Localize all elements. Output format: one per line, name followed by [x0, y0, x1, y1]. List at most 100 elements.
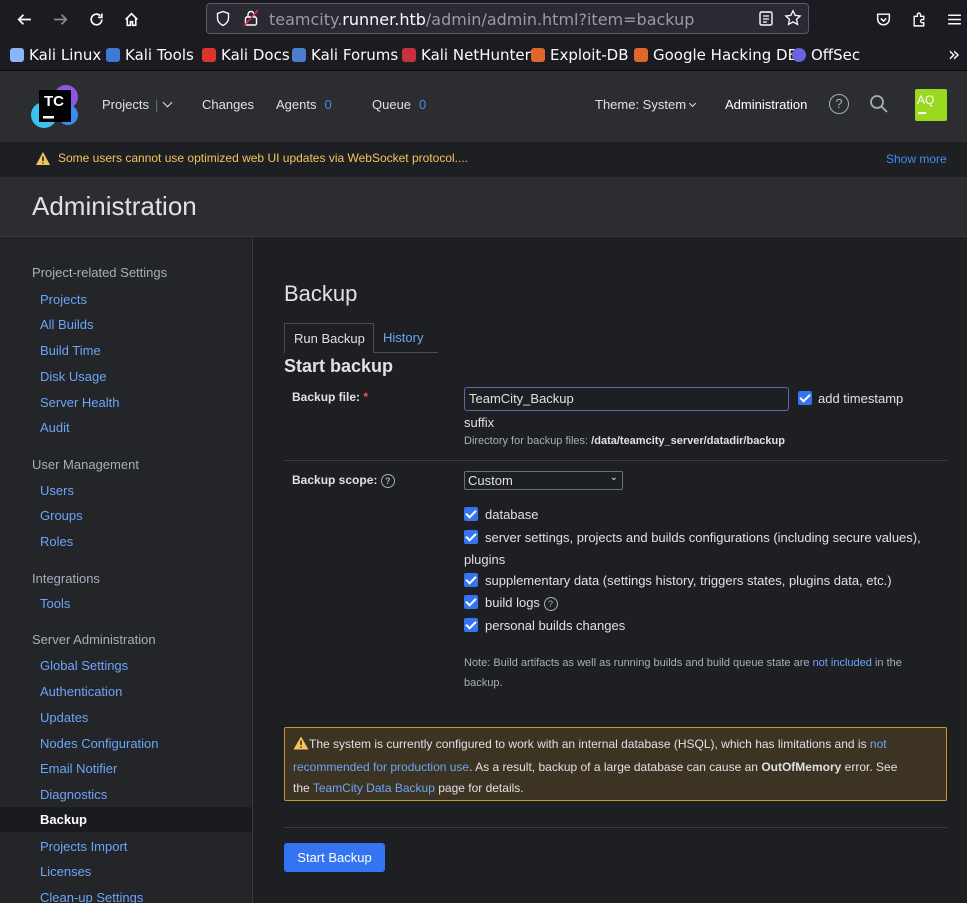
nav-projects-label: Projects: [102, 97, 149, 112]
out-of-memory-text: OutOfMemory: [761, 760, 842, 774]
build-logs-checkbox[interactable]: [464, 595, 478, 609]
sidebar-item-groups[interactable]: Groups: [40, 508, 83, 523]
forward-icon[interactable]: [45, 4, 75, 34]
bookmark-label: OffSec: [811, 46, 861, 64]
nav-changes[interactable]: Changes: [202, 97, 254, 112]
bookmark-kali-linux[interactable]: Kali Linux: [10, 46, 101, 64]
sidebar-item-roles[interactable]: Roles: [40, 534, 73, 549]
sidebar-item-authentication[interactable]: Authentication: [40, 684, 122, 699]
bookmarks-bar: Kali Linux Kali Tools Kali Docs Kali For…: [0, 38, 967, 71]
nav-projects[interactable]: Projects |: [102, 97, 173, 112]
sidebar: Project-related Settings Projects All Bu…: [0, 237, 253, 903]
help-icon[interactable]: ?: [380, 473, 395, 488]
sidebar-group-server-administration: Server Administration: [32, 632, 156, 647]
warning-text-1: The system is currently configured to wo…: [309, 737, 867, 751]
bookmark-kali-docs[interactable]: Kali Docs: [202, 46, 290, 64]
sidebar-item-diagnostics[interactable]: Diagnostics: [40, 787, 107, 802]
server-settings-checkbox[interactable]: [464, 530, 478, 544]
backup-scope-select[interactable]: Custom ⌄: [464, 471, 623, 490]
bookmarks-overflow-button[interactable]: »: [948, 42, 960, 66]
start-backup-button[interactable]: Start Backup: [284, 843, 385, 872]
lock-insecure-icon[interactable]: [243, 9, 259, 31]
chevron-down-icon[interactable]: [162, 97, 173, 108]
backup-file-input[interactable]: TeamCity_Backup: [464, 387, 789, 411]
sidebar-item-updates[interactable]: Updates: [40, 710, 88, 725]
directory-path: /data/teamcity_server/datadir/backup: [591, 435, 785, 447]
shield-icon[interactable]: [215, 10, 231, 31]
tab-run-backup[interactable]: Run Backup: [284, 323, 374, 353]
reader-view-icon[interactable]: [758, 10, 774, 31]
not-included-link[interactable]: not included: [813, 657, 872, 669]
warning-text-4: the: [293, 781, 310, 795]
sidebar-item-licenses[interactable]: Licenses: [40, 864, 91, 879]
menu-icon[interactable]: [939, 4, 967, 34]
bookmark-offsec[interactable]: OffSec: [792, 46, 860, 64]
avatar-underline: [918, 112, 926, 114]
sidebar-item-projects[interactable]: Projects: [40, 292, 87, 307]
supplementary-data-label: supplementary data (settings history, tr…: [485, 573, 892, 588]
hsql-warning-box: The system is currently configured to wo…: [284, 727, 947, 801]
ghdb-icon: [634, 48, 648, 62]
sidebar-item-build-time[interactable]: Build Time: [40, 343, 101, 358]
back-icon[interactable]: [9, 4, 39, 34]
bookmark-kali-tools[interactable]: Kali Tools: [106, 46, 194, 64]
theme-selector[interactable]: Theme: System: [595, 97, 697, 112]
show-more-link[interactable]: Show more: [886, 152, 947, 166]
search-icon[interactable]: [869, 94, 889, 118]
sidebar-item-disk-usage[interactable]: Disk Usage: [40, 369, 106, 384]
nav-separator: |: [154, 97, 159, 112]
sidebar-item-projects-import[interactable]: Projects Import: [40, 839, 127, 854]
sidebar-item-global-settings[interactable]: Global Settings: [40, 658, 128, 673]
bookmark-label: Exploit-DB: [550, 46, 629, 64]
sidebar-item-users[interactable]: Users: [40, 483, 74, 498]
chevron-down-icon: ⌄: [609, 472, 618, 483]
backup-directory-info: Directory for backup files: /data/teamci…: [464, 435, 785, 447]
nav-queue[interactable]: Queue 0: [372, 97, 426, 112]
divider: [284, 827, 947, 828]
bookmark-kali-nethunter[interactable]: Kali NetHunter: [402, 46, 531, 64]
server-settings-label-plugins: plugins: [464, 552, 506, 567]
sidebar-item-server-health[interactable]: Server Health: [40, 395, 119, 410]
not-recommended-link[interactable]: recommended for production use: [293, 760, 469, 774]
bookmark-kali-forums[interactable]: Kali Forums: [292, 46, 398, 64]
avatar[interactable]: AQ: [915, 89, 947, 121]
queue-count: 0: [419, 97, 427, 112]
sidebar-item-email-notifier[interactable]: Email Notifier: [40, 761, 117, 776]
sidebar-group-project-settings: Project-related Settings: [32, 265, 168, 280]
reload-icon[interactable]: [81, 4, 111, 34]
sidebar-item-nodes-configuration[interactable]: Nodes Configuration: [40, 736, 159, 751]
tab-history[interactable]: History: [374, 323, 438, 353]
teamcity-header: TC Projects | Changes Agents 0 Queue 0 Them…: [0, 71, 967, 142]
teamcity-logo[interactable]: TC: [30, 81, 80, 131]
sidebar-item-cleanup-settings[interactable]: Clean-up Settings: [40, 890, 143, 903]
websocket-warning-text: Some users cannot use optimized web UI u…: [58, 151, 468, 165]
sidebar-item-all-builds[interactable]: All Builds: [40, 317, 93, 332]
bookmark-google-hacking-db[interactable]: Google Hacking DB: [634, 46, 798, 64]
extensions-icon[interactable]: [904, 4, 934, 34]
personal-builds-checkbox[interactable]: [464, 618, 478, 632]
avatar-initials: AQ: [917, 93, 935, 107]
not-recommended-link-part1[interactable]: not: [870, 737, 887, 751]
teamcity-data-backup-link[interactable]: TeamCity Data Backup: [313, 781, 435, 795]
supplementary-data-checkbox[interactable]: [464, 573, 478, 587]
bookmark-star-icon[interactable]: [784, 9, 802, 31]
nav-agents[interactable]: Agents 0: [276, 97, 332, 112]
url-bar[interactable]: teamcity.runner.htb/admin/admin.html?ite…: [206, 3, 809, 34]
pocket-icon[interactable]: [868, 4, 898, 34]
help-icon[interactable]: ?: [829, 94, 849, 114]
url-prefix: teamcity.: [269, 10, 343, 29]
page-title: Administration: [32, 191, 197, 221]
url-text[interactable]: teamcity.runner.htb/admin/admin.html?ite…: [269, 10, 694, 29]
nav-administration[interactable]: Administration: [725, 97, 807, 112]
add-timestamp-checkbox[interactable]: [798, 391, 812, 405]
sidebar-item-backup[interactable]: Backup: [0, 807, 252, 832]
agents-count: 0: [324, 97, 332, 112]
backup-scope-label: Backup scope: ?: [292, 473, 395, 488]
sidebar-item-audit[interactable]: Audit: [40, 420, 70, 435]
help-icon[interactable]: ?: [543, 596, 558, 611]
home-icon[interactable]: [116, 4, 146, 34]
sidebar-item-tools[interactable]: Tools: [40, 596, 70, 611]
kali-tools-icon: [106, 48, 120, 62]
database-checkbox[interactable]: [464, 507, 478, 521]
bookmark-exploit-db[interactable]: Exploit-DB: [531, 46, 629, 64]
